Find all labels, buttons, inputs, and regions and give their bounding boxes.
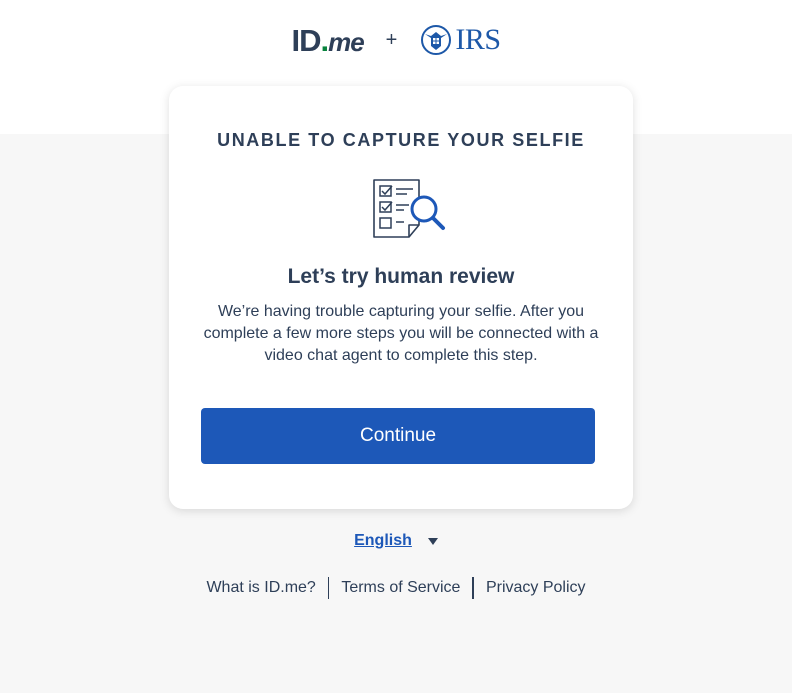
card-body-text: We’re having trouble capturing your self… — [203, 303, 599, 364]
selfie-error-card: UNABLE TO CAPTURE YOUR SELFIE Let’s try … — [169, 86, 633, 509]
caret-down-icon[interactable] — [427, 537, 438, 545]
checklist-magnifier-icon — [373, 179, 445, 238]
footer-links: What is ID.me? Terms of Service Privacy … — [0, 577, 792, 599]
card-subheading: Let’s try human review — [287, 265, 515, 288]
idme-logo: ID. me — [291, 22, 365, 58]
idme-logo-dot: . — [320, 22, 329, 58]
idme-logo-me: me — [328, 26, 365, 57]
card-heading: UNABLE TO CAPTURE YOUR SELFIE — [217, 130, 585, 150]
language-selected[interactable]: English — [354, 532, 412, 550]
continue-button[interactable]: Continue — [201, 408, 595, 464]
logo-row: ID. me + IRS — [0, 22, 792, 58]
irs-logo-text: IRS — [455, 23, 501, 56]
logo-plus: + — [385, 28, 398, 51]
idme-logo-id: ID — [291, 22, 321, 58]
language-selector[interactable]: English — [0, 532, 792, 550]
footer-link-terms[interactable]: Terms of Service — [329, 579, 472, 597]
footer-link-what-is-idme[interactable]: What is ID.me? — [194, 579, 327, 597]
irs-logo: IRS — [419, 23, 501, 56]
irs-eagle-icon — [421, 25, 452, 55]
footer-link-privacy[interactable]: Privacy Policy — [474, 579, 598, 597]
